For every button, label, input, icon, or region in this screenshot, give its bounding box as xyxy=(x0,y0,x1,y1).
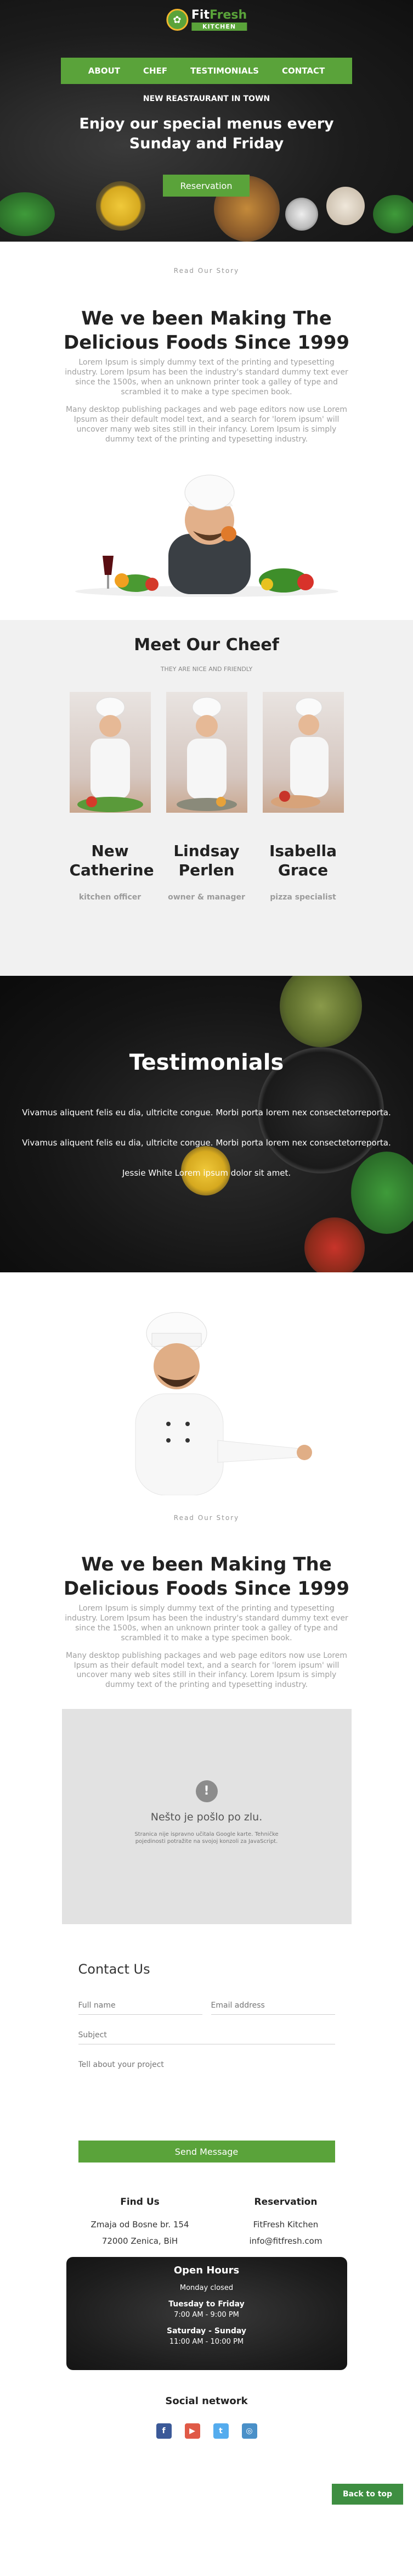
find-us: Find Us Zmaja od Bosne br. 154 72000 Zen… xyxy=(91,2197,189,2249)
chef-with-vegetables-image xyxy=(70,468,344,600)
testimonials-section: Testimonials Vivamus aliquent felis eu d… xyxy=(0,975,413,1272)
find-us-address-1: Zmaja od Bosne br. 154 xyxy=(90,2220,189,2230)
find-us-title: Find Us xyxy=(120,2197,160,2208)
hours-time-2: 11:00 AM - 10:00 PM xyxy=(169,2338,244,2346)
chef-role: kitchen officer xyxy=(78,892,142,902)
meet-tagline: THEY ARE NICE AND FRIENDLY xyxy=(160,665,253,673)
logo[interactable]: ✿ FitFresh KITCHEN xyxy=(166,9,247,31)
nav-about[interactable]: ABOUT xyxy=(88,66,120,76)
hero-title: Enjoy our special menus every Sunday and… xyxy=(79,115,334,153)
chef-photo-illustration xyxy=(77,697,143,812)
email-input[interactable] xyxy=(211,1999,335,2015)
meet-chef-section: Meet Our Cheef THEY ARE NICE AND FRIENDL… xyxy=(0,619,413,976)
social-title: Social network xyxy=(165,2395,248,2407)
herbs-image xyxy=(373,195,413,233)
open-hours-title: Open Hours xyxy=(173,2265,240,2277)
story2-kicker: Read Our Story xyxy=(173,1513,240,1522)
chef-name: Lindsay Perlen xyxy=(173,841,240,879)
reservation-title: Reservation xyxy=(254,2197,318,2208)
story2-title: We ve been Making The Delicious Foods Si… xyxy=(63,1553,350,1600)
message-textarea[interactable] xyxy=(78,2058,335,2136)
nav-contact[interactable]: CONTACT xyxy=(282,66,325,76)
logo-text-fit: Fit xyxy=(191,8,210,22)
chef-card: Lindsay Perlen owner & manager xyxy=(166,691,247,902)
olive-oil-bowl-image xyxy=(96,181,145,231)
logo-text-fresh: Fresh xyxy=(209,8,247,22)
social-icons: f ▶ t ◎ xyxy=(0,2423,413,2439)
facebook-icon[interactable]: f xyxy=(156,2423,172,2439)
story-paragraph-2: Many desktop publishing packages and web… xyxy=(65,405,348,444)
testimonials-title: Testimonials xyxy=(129,1049,284,1075)
testimonial-quote-1: Vivamus aliquent felis eu dia, ultricite… xyxy=(22,1107,391,1117)
open-hours-card: Open Hours Monday closed Tuesday to Frid… xyxy=(66,2257,347,2371)
map-embed[interactable]: ! Nešto je pošlo po zlu. Stranica nije i… xyxy=(61,1709,352,1925)
main-nav: ABOUT CHEF TESTIMONIALS CONTACT xyxy=(61,58,352,84)
chef-role: owner & manager xyxy=(168,892,245,902)
hero-section: ✿ FitFresh KITCHEN ABOUT CHEF TESTIMONIA… xyxy=(0,0,413,242)
chef-photo xyxy=(262,691,344,813)
paprika-bowl-image xyxy=(304,1217,365,1272)
logo-sub: KITCHEN xyxy=(191,22,247,31)
story-title: We ve been Making The Delicious Foods Si… xyxy=(63,308,350,354)
subject-input[interactable] xyxy=(78,2029,335,2045)
story-kicker: Read Our Story xyxy=(173,267,240,275)
hours-day-1: Tuesday to Friday xyxy=(168,2300,245,2309)
chef-photo xyxy=(69,691,151,813)
testimonial-author: Jessie White Lorem ipsum dolor sit amet. xyxy=(122,1167,291,1178)
chef-card: Isabella Grace pizza specialist xyxy=(262,691,344,902)
logo-icon: ✿ xyxy=(166,9,188,31)
find-us-address-2: 72000 Zenica, BiH xyxy=(101,2236,178,2247)
chef-photo-illustration xyxy=(270,697,329,808)
garlic-image xyxy=(326,187,365,225)
map-error-text: Stranica nije ispravno učitala Google ka… xyxy=(134,1831,279,1845)
error-icon: ! xyxy=(195,1780,218,1803)
chef-presenting-image xyxy=(86,1303,327,1496)
twitter-icon[interactable]: t xyxy=(213,2423,229,2439)
story2-paragraph-2: Many desktop publishing packages and web… xyxy=(65,1651,348,1690)
reservation-button[interactable]: Reservation xyxy=(163,175,250,197)
nav-chef[interactable]: CHEF xyxy=(143,66,167,76)
story-paragraph-1: Lorem Ipsum is simply dummy text of the … xyxy=(65,358,348,397)
chef-photo-illustration xyxy=(176,697,237,811)
story-section: Read Our Story We ve been Making The Del… xyxy=(0,242,413,600)
reservation-email[interactable]: info@fitfresh.com xyxy=(250,2233,323,2249)
chef-card: New Catherine kitchen officer xyxy=(69,691,154,902)
full-name-input[interactable] xyxy=(78,1999,202,2015)
contact-form: Contact Us Send Message xyxy=(78,1962,335,2163)
pesto-bowl-image xyxy=(280,975,362,1047)
chef-name: New Catherine xyxy=(69,841,154,879)
chef-name: Isabella Grace xyxy=(269,841,337,879)
chef-role: pizza specialist xyxy=(270,892,336,902)
chef-photo xyxy=(166,691,247,813)
salt-bowl-image xyxy=(285,198,318,231)
hero-kicker: NEW REASTAURANT IN TOWN xyxy=(143,94,270,103)
basil-image xyxy=(351,1151,413,1234)
hours-day-2: Saturday - Sunday xyxy=(167,2327,246,2336)
youtube-icon[interactable]: ▶ xyxy=(184,2423,200,2439)
map-error-title: Nešto je pošlo po zlu. xyxy=(150,1811,263,1824)
testimonial-quote-2: Vivamus aliquent felis eu dia, ultricite… xyxy=(22,1137,391,1148)
chef-list: New Catherine kitchen officer Lindsay Pe… xyxy=(0,691,413,902)
story2-section: Read Our Story We ve been Making The Del… xyxy=(0,1272,413,1925)
story2-paragraph-1: Lorem Ipsum is simply dummy text of the … xyxy=(65,1604,348,1642)
send-message-button[interactable]: Send Message xyxy=(78,2141,335,2163)
basil-leaves-image xyxy=(0,192,55,236)
contact-title: Contact Us xyxy=(78,1962,150,1977)
hours-time-1: 7:00 AM - 9:00 PM xyxy=(174,2311,239,2320)
nav-testimonials[interactable]: TESTIMONIALS xyxy=(190,66,259,76)
social-section: Social network f ▶ t ◎ xyxy=(0,2395,413,2439)
info-section: Find Us Zmaja od Bosne br. 154 72000 Zen… xyxy=(0,2197,413,2249)
monday-closed: Monday closed xyxy=(179,2284,234,2293)
reservation-name: FitFresh Kitchen xyxy=(253,2220,319,2230)
instagram-icon[interactable]: ◎ xyxy=(241,2423,257,2439)
chef-presenting-illustration xyxy=(135,1312,312,1496)
meet-title: Meet Our Cheef xyxy=(134,635,279,655)
chef-with-vegetables-illustration xyxy=(75,474,338,597)
back-to-top-button[interactable]: Back to top xyxy=(332,2484,403,2505)
reservation-info: Reservation FitFresh Kitchen info@fitfre… xyxy=(250,2197,323,2249)
